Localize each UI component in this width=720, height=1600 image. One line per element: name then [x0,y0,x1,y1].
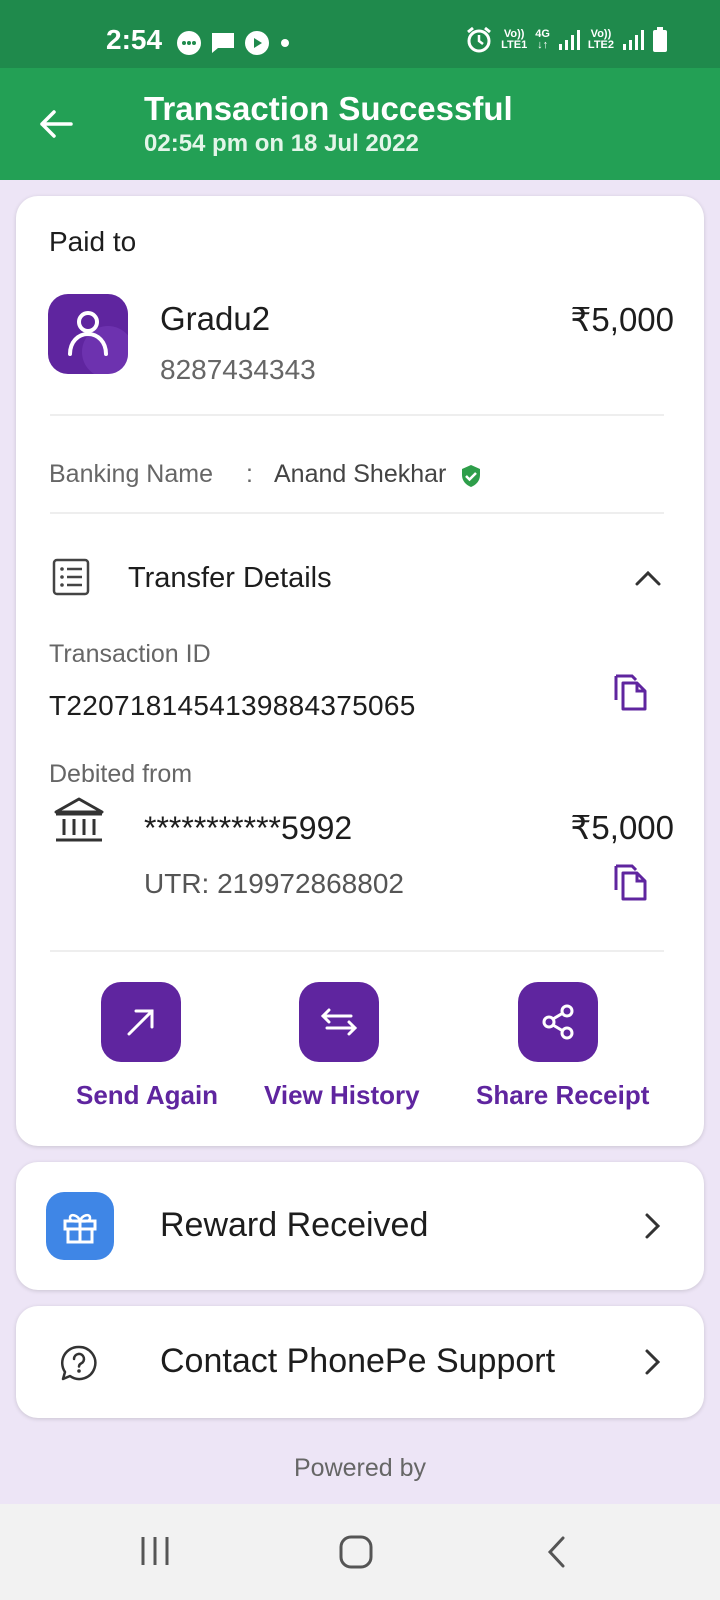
account-number-masked: ***********5992 [144,810,353,846]
payee-phone: 8287434343 [160,354,316,385]
debited-from-label: Debited from [49,760,193,788]
transaction-card: Paid to Gradu2 8287434343 ₹5,000 Banking… [16,196,704,1146]
payee-name: Gradu2 [160,300,271,337]
gift-icon [63,1213,97,1244]
play-icon [245,31,269,55]
transaction-datetime: 02:54 pm on 18 Jul 2022 [144,130,419,157]
share-receipt-button[interactable]: Share Receipt [476,982,649,1111]
page-title: Transaction Successful [144,90,513,127]
send-again-icon-button[interactable] [101,982,181,1062]
swap-arrows-icon [320,1008,358,1036]
sim2-label: Vo)) LTE2 [587,28,614,51]
alarm-icon [467,26,492,53]
action-buttons: Send Again View History Share Receipt [16,982,704,1132]
divider [50,414,664,416]
back-arrow-icon[interactable] [38,106,74,142]
copy-icon[interactable] [612,862,648,902]
utr-value: UTR: 219972868802 [144,868,404,899]
banking-name-value: Anand Shekhar [274,460,447,488]
chevron-right-icon[interactable] [642,1211,662,1241]
signal-icon [623,30,644,50]
verified-shield-icon [462,465,480,487]
network-type: 4G ↓↑ [535,28,550,51]
paid-to-label: Paid to [49,226,137,257]
avatar [48,294,128,374]
system-navigation-bar [0,1504,720,1600]
person-icon [68,311,128,374]
share-icon [542,1004,574,1040]
recent-apps-icon[interactable] [138,1534,172,1568]
signal-icon [558,30,580,50]
dot-icon [281,39,289,47]
reward-icon-box [46,1192,114,1260]
banking-name-separator: : [246,460,253,488]
chevron-right-icon[interactable] [642,1347,662,1377]
message-bubble-icon [177,31,201,55]
receipt-list-icon [52,558,90,596]
help-chat-icon [60,1345,97,1381]
powered-by-text: Powered by [293,1454,427,1482]
battery-icon [653,27,667,52]
arrow-up-right-icon [127,1009,154,1036]
status-time: 2:54 [106,24,163,55]
sim1-label: Vo)) LTE1 [501,28,528,51]
send-again-label[interactable]: Send Again [76,1080,218,1111]
chat-icon [212,33,234,53]
debited-amount: ₹5,000 [570,809,674,846]
transaction-id-value: T2207181454139884375065 [49,690,416,721]
transaction-id-label: Transaction ID [49,640,211,668]
divider [50,950,664,952]
contact-support-label[interactable]: Contact PhonePe Support [160,1342,555,1381]
view-history-icon-button[interactable] [299,982,379,1062]
copy-icon[interactable] [612,672,648,712]
view-history-label[interactable]: View History [264,1080,420,1111]
chevron-up-icon[interactable] [634,566,662,590]
back-icon[interactable] [544,1534,568,1570]
transfer-details-title[interactable]: Transfer Details [128,562,332,595]
share-receipt-icon-button[interactable] [518,982,598,1062]
paid-amount: ₹5,000 [570,301,674,338]
banking-name-label: Banking Name [49,460,213,488]
share-receipt-label[interactable]: Share Receipt [476,1080,649,1111]
home-icon[interactable] [338,1534,374,1570]
reward-received-label[interactable]: Reward Received [160,1206,428,1245]
reward-received-row[interactable]: Reward Received [16,1162,704,1290]
contact-support-row[interactable]: Contact PhonePe Support [16,1306,704,1418]
send-again-button[interactable]: Send Again [76,982,218,1111]
bank-icon [54,797,104,842]
divider [50,512,664,514]
status-bar: 2:54 Vo)) LTE1 4G ↓↑ Vo)) LTE2 [0,0,720,68]
system-icons: Vo)) LTE1 4G ↓↑ Vo)) LTE2 [465,26,668,54]
view-history-button[interactable]: View History [264,982,420,1111]
app-header: Transaction Successful 02:54 pm on 18 Ju… [0,68,720,180]
notification-icons [176,30,292,56]
